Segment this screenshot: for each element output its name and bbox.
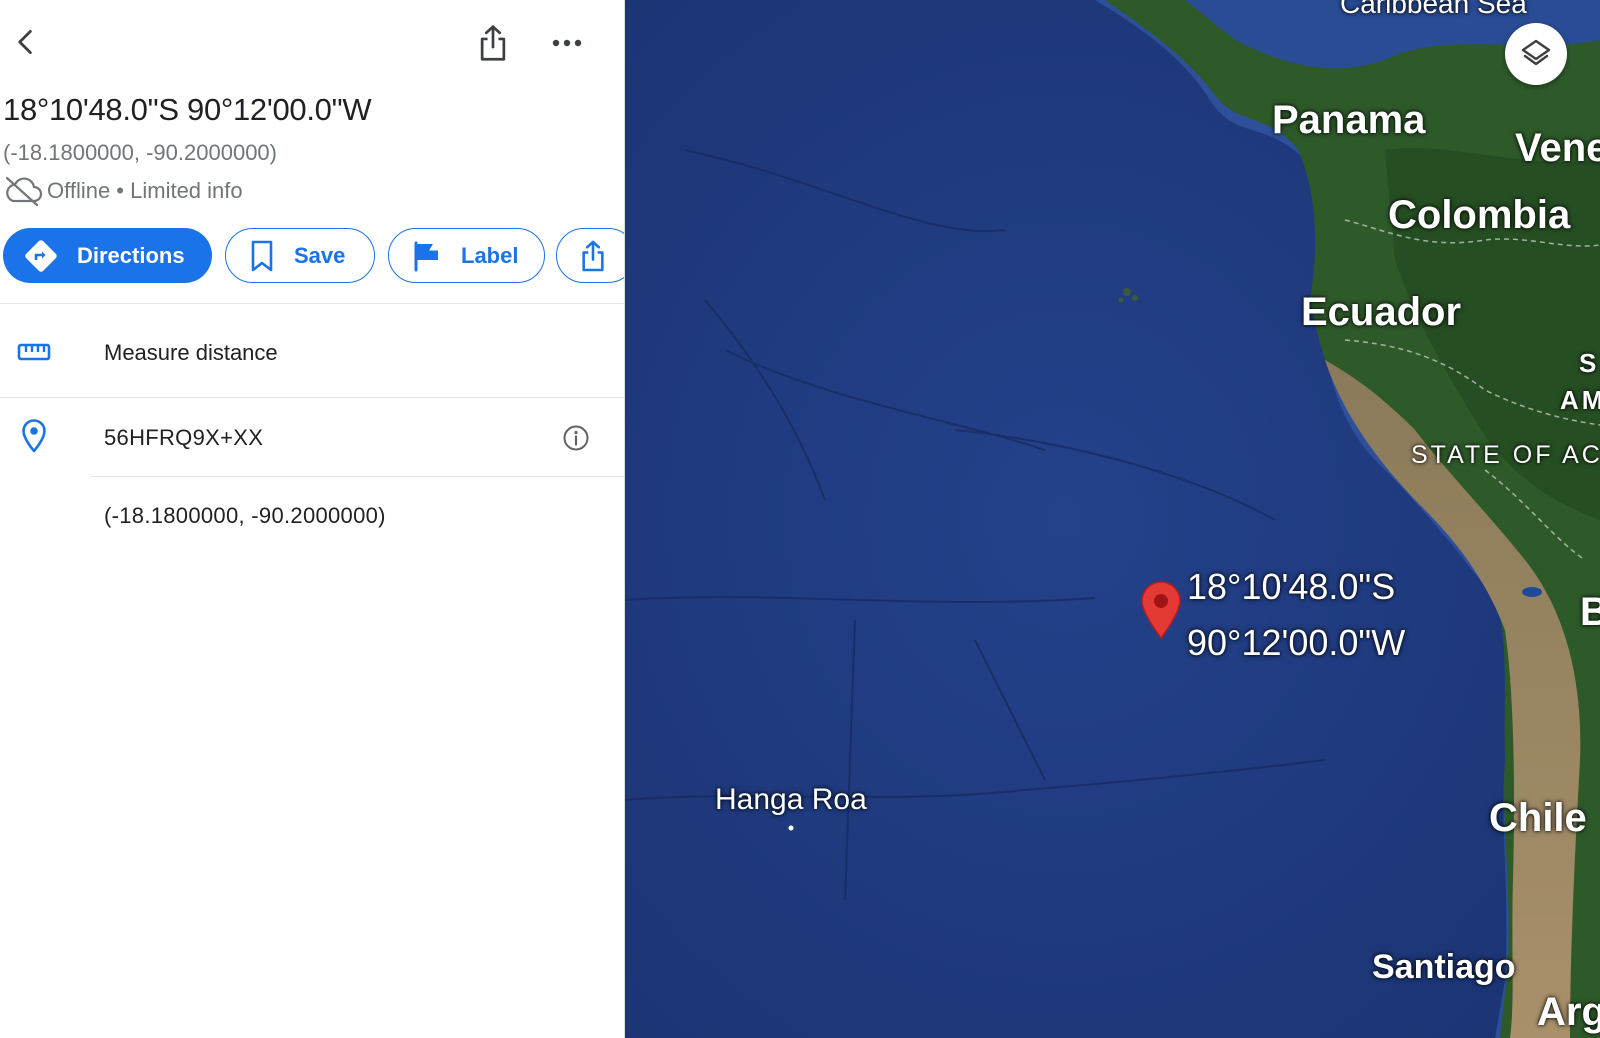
map-label-argentina: Arg <box>1537 990 1600 1034</box>
back-button[interactable] <box>0 16 52 68</box>
bookmark-icon <box>251 240 273 271</box>
place-title: 18°10'48.0"S 90°12'00.0"W <box>3 92 372 127</box>
measure-distance-row[interactable]: Measure distance <box>0 312 624 392</box>
map-label-bolivia: B <box>1580 590 1600 634</box>
map-label-state-of-acre: STATE OF AC <box>1411 441 1600 469</box>
panel-top-bar <box>0 0 624 90</box>
map-label-south-america-2: AM <box>1560 385 1600 415</box>
satellite-map[interactable]: Caribbean Sea Panama Vene Colombia Ecuad… <box>625 0 1600 1038</box>
measure-distance-label: Measure distance <box>104 340 278 365</box>
map-label-south-america-1: S <box>1579 348 1600 378</box>
directions-button[interactable]: Directions <box>3 228 212 283</box>
coordinates-text[interactable]: (-18.1800000, -90.2000000) <box>104 503 386 529</box>
status-separator: • <box>110 178 131 203</box>
label-label: Label <box>461 242 519 268</box>
pin-label-latitude: 18°10'48.0"S <box>1187 566 1396 607</box>
divider <box>0 397 624 398</box>
pin-label-longitude: 90°12'00.0"W <box>1187 622 1406 663</box>
status-limited-info: Limited info <box>130 178 243 203</box>
save-button[interactable]: Save <box>225 228 375 283</box>
plus-code-text: 56HFRQ9X+XX <box>104 425 264 450</box>
map-background <box>625 0 1600 1038</box>
flag-icon <box>414 241 438 271</box>
share-icon <box>480 25 506 61</box>
status-row: Offline • Limited info <box>3 175 243 207</box>
map-label-ecuador: Ecuador <box>1301 290 1462 334</box>
plus-code-row[interactable]: 56HFRQ9X+XX <box>0 400 624 480</box>
more-options-button[interactable] <box>541 17 593 69</box>
map-label-venezuela: Vene <box>1515 126 1600 170</box>
map-label-hanga-roa: Hanga Roa <box>715 783 867 816</box>
share-chip-button[interactable] <box>556 228 624 283</box>
ruler-icon <box>14 332 54 372</box>
red-map-pin-icon[interactable] <box>1139 580 1183 640</box>
share-button[interactable] <box>467 17 519 69</box>
divider <box>0 303 624 304</box>
map-label-colombia: Colombia <box>1388 193 1571 237</box>
directions-label: Directions <box>77 242 185 268</box>
status-offline: Offline <box>47 178 111 203</box>
plus-code-info-button[interactable] <box>558 420 594 456</box>
map-label-panama: Panama <box>1272 98 1426 142</box>
more-horiz-icon <box>552 39 582 47</box>
map-label-santiago: Santiago <box>1372 948 1516 986</box>
layers-button[interactable] <box>1505 23 1567 85</box>
directions-diamond-icon <box>25 239 57 272</box>
place-decimal-coords: (-18.1800000, -90.2000000) <box>3 140 277 165</box>
map-label-caribbean-sea: Caribbean Sea <box>1340 0 1527 19</box>
save-label: Save <box>294 242 346 268</box>
place-panel: 18°10'48.0"S 90°12'00.0"W (-18.1800000, … <box>0 0 625 1038</box>
label-button[interactable]: Label <box>388 228 545 283</box>
location-pin-icon <box>14 416 54 456</box>
divider <box>90 476 624 477</box>
cloud-off-icon <box>5 176 43 207</box>
map-label-chile: Chile <box>1489 796 1587 840</box>
layers-icon <box>1521 39 1551 66</box>
chevron-left-icon <box>18 30 32 54</box>
info-icon <box>563 425 589 451</box>
share-icon <box>582 240 604 271</box>
